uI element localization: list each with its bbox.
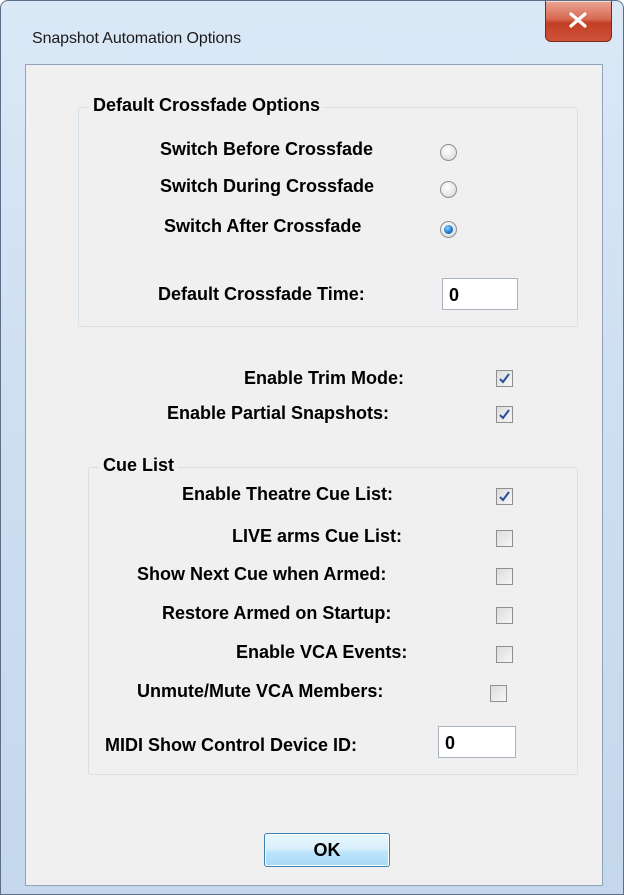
partial-snapshots-label: Enable Partial Snapshots: <box>167 403 390 423</box>
vca-events-label: Enable VCA Events: <box>236 642 408 662</box>
window-title: Snapshot Automation Options <box>32 30 241 47</box>
title-bar[interactable]: Snapshot Automation Options <box>1 1 623 61</box>
crossfade-group-title: Default Crossfade Options <box>89 95 325 116</box>
midi-device-id-input[interactable]: 0 <box>438 726 516 758</box>
cue-list-group-title: Cue List <box>99 455 179 476</box>
trim-mode-checkbox[interactable] <box>496 370 513 387</box>
switch-during-label: Switch During Crossfade <box>160 176 375 196</box>
dialog-client-area: Default Crossfade Options Switch Before … <box>25 64 603 886</box>
checkmark-icon <box>499 373 510 384</box>
theatre-cue-list-checkbox[interactable] <box>496 488 513 505</box>
theatre-cue-list-label: Enable Theatre Cue List: <box>182 484 394 504</box>
radio-selected-dot <box>444 225 453 234</box>
switch-before-label: Switch Before Crossfade <box>160 139 374 159</box>
vca-events-checkbox[interactable] <box>496 646 513 663</box>
crossfade-time-input[interactable]: 0 <box>442 278 518 310</box>
switch-during-radio[interactable] <box>440 181 457 198</box>
crossfade-time-label: Default Crossfade Time: <box>158 284 365 304</box>
checkmark-icon <box>499 491 510 502</box>
unmute-mute-vca-label: Unmute/Mute VCA Members: <box>137 681 384 701</box>
restore-armed-label: Restore Armed on Startup: <box>162 603 392 623</box>
x-close-icon <box>569 12 587 28</box>
checkmark-icon <box>499 409 510 420</box>
trim-mode-label: Enable Trim Mode: <box>244 368 405 388</box>
dialog-window: Snapshot Automation Options Default Cros… <box>0 0 624 895</box>
restore-armed-checkbox[interactable] <box>496 607 513 624</box>
live-arms-cue-list-label: LIVE arms Cue List: <box>232 526 403 546</box>
switch-before-radio[interactable] <box>440 144 457 161</box>
switch-after-radio[interactable] <box>440 221 457 238</box>
midi-device-id-label: MIDI Show Control Device ID: <box>105 735 358 755</box>
ok-button[interactable]: OK <box>264 833 390 867</box>
live-arms-cue-list-checkbox[interactable] <box>496 530 513 547</box>
close-button[interactable] <box>545 1 612 42</box>
partial-snapshots-checkbox[interactable] <box>496 406 513 423</box>
switch-after-label: Switch After Crossfade <box>164 216 362 236</box>
unmute-mute-vca-checkbox[interactable] <box>490 685 507 702</box>
show-next-cue-label: Show Next Cue when Armed: <box>137 564 387 584</box>
show-next-cue-checkbox[interactable] <box>496 568 513 585</box>
